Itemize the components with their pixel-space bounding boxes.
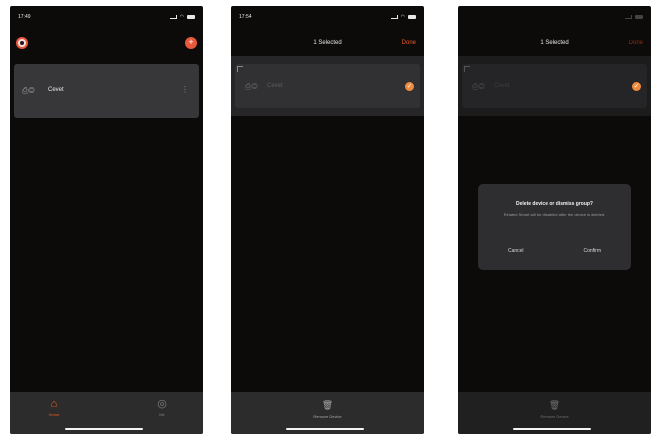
remove-device-label: Remove Device [313,414,342,419]
camera-icon: ⎙◎ [245,82,258,91]
screen-delete-dialog: 1 Selected Done ⎙◎ Cevet ✓ Delete device… [458,6,651,434]
home-icon: ⌂ [50,398,58,410]
tab-bar: ⌂ Home ◎ Me [10,392,203,434]
camera-icon: ⎙◎ [472,82,485,91]
dialog-message: Related Smart will be disabled after the… [503,212,606,217]
system-icons [625,15,643,19]
selection-header: 1 Selected Done [458,36,651,52]
screen-device-list: 17:49 ◠ + ⎙◎ Cevet ⋮ ⌂ Home ◎ Me [10,6,203,434]
profile-icon: ◎ [157,398,167,410]
home-indicator [286,428,364,430]
wifi-icon: ◠ [400,14,405,20]
selected-count: 1 Selected [313,40,342,46]
corner-icon [464,66,470,72]
camera-icon: ⎙◎ [22,86,35,95]
tab-home[interactable]: ⌂ Home [34,398,74,417]
remove-device-button[interactable]: 🗑︎ Remove Device [458,400,651,419]
signal-icon [390,15,398,19]
home-indicator [513,428,591,430]
action-bar: 🗑︎ Remove Device [231,392,424,434]
dialog-title: Delete device or dismiss group? [516,201,593,207]
status-bar [466,13,643,21]
add-icon: + [188,37,194,47]
battery-icon [408,15,416,19]
checkmark-icon[interactable]: ✓ [405,82,414,91]
selected-count: 1 Selected [540,40,569,46]
action-bar: 🗑︎ Remove Device [458,392,651,434]
battery-icon [635,15,643,19]
system-icons: ◠ [169,14,195,20]
device-name: Cevet [48,87,64,93]
trash-icon: 🗑︎ [548,400,561,410]
remove-device-button[interactable]: 🗑︎ Remove Device [231,400,424,419]
status-time: 17:54 [239,14,252,20]
device-card-selected[interactable]: ⎙◎ Cevet ✓ [462,64,647,108]
wifi-icon: ◠ [179,14,184,20]
done-button[interactable]: Done [402,40,416,46]
battery-icon [187,15,195,19]
status-bar: 17:49 ◠ [18,13,195,21]
tab-me[interactable]: ◎ Me [142,398,182,417]
device-card[interactable]: ⎙◎ Cevet ⋮ [14,64,199,118]
delete-dialog: Delete device or dismiss group? Related … [478,184,631,270]
screen-selection: 17:54 ◠ 1 Selected Done ⎙◎ Cevet ✓ 🗑︎ Re… [231,6,424,434]
device-card-selected[interactable]: ⎙◎ Cevet ✓ [235,64,420,108]
done-button[interactable]: Done [629,40,643,46]
checkmark-icon[interactable]: ✓ [632,82,641,91]
dialog-buttons: Cancel Confirm [478,248,631,254]
tab-me-label: Me [159,412,165,417]
confirm-button[interactable]: Confirm [584,248,602,254]
device-name: Cevet [267,83,283,89]
app-logo [16,37,28,49]
trash-icon: 🗑︎ [321,400,334,410]
corner-icon [237,66,243,72]
cancel-button[interactable]: Cancel [508,248,524,254]
home-indicator [65,428,143,430]
more-icon[interactable]: ⋮ [181,85,189,94]
status-bar: 17:54 ◠ [239,13,416,21]
signal-icon [625,15,632,19]
add-device-button[interactable]: + [185,37,197,49]
status-time: 17:49 [18,14,31,20]
device-name: Cevet [494,83,510,89]
system-icons: ◠ [390,14,416,20]
remove-device-label: Remove Device [540,414,569,419]
selection-header: 1 Selected Done [231,36,424,52]
signal-icon [169,15,177,19]
tab-home-label: Home [48,412,60,417]
